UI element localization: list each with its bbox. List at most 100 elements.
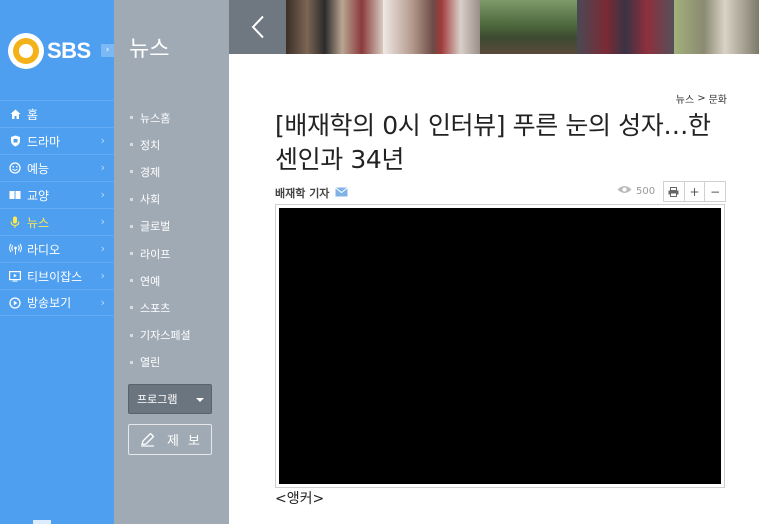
breadcrumb: 뉴스 > 문화 xyxy=(676,91,727,106)
subnav-list: 뉴스홈 정치 경제 사회 글로벌 라이프 연예 스포츠 기자스페셜 열린 xyxy=(130,104,191,376)
carousel-photo[interactable] xyxy=(383,0,480,54)
article: 뉴스 > 문화 [배재학의 0시 인터뷰] 푸른 눈의 성자…한센인과 34년 … xyxy=(229,54,759,524)
article-headline: [배재학의 0시 인터뷰] 푸른 눈의 성자…한센인과 34년 xyxy=(275,111,711,174)
bullet-icon xyxy=(130,279,133,283)
nav-item-home[interactable]: 홈 xyxy=(0,100,114,127)
program-select[interactable]: 프로그램 xyxy=(128,384,212,414)
sbs-logo[interactable]: SBS xyxy=(8,33,104,69)
play-circle-icon xyxy=(8,296,22,310)
subnav-item-life[interactable]: 라이프 xyxy=(130,240,191,267)
logo-text: SBS xyxy=(47,38,91,63)
news-subnav: 뉴스 뉴스홈 정치 경제 사회 글로벌 라이프 연예 스포츠 기자스페셜 열린 … xyxy=(114,0,229,524)
nav-item-label: 라디오 xyxy=(27,242,61,257)
chevron-right-icon: › xyxy=(100,242,105,255)
chevron-right-icon: › xyxy=(100,188,105,201)
subnav-item-society[interactable]: 사회 xyxy=(130,186,191,213)
carousel-photo[interactable] xyxy=(480,0,577,54)
nav-item-label: 뉴스 xyxy=(27,215,50,230)
nav-item-label: 예능 xyxy=(27,161,50,176)
nav-item-culture[interactable]: 교양 › xyxy=(0,181,114,208)
chevron-right-icon: › xyxy=(100,296,105,309)
nav-item-label: 드라마 xyxy=(27,134,61,149)
subnav-item-open[interactable]: 열린 xyxy=(130,349,191,376)
breadcrumb-separator: > xyxy=(697,93,706,104)
logo-expand-button[interactable]: › xyxy=(101,44,114,57)
chevron-right-icon: › xyxy=(100,161,105,174)
subnav-item-global[interactable]: 글로벌 xyxy=(130,213,191,240)
subnav-item-label: 뉴스홈 xyxy=(140,111,171,125)
microphone-icon xyxy=(8,215,22,229)
sbs-logo-icon xyxy=(8,33,44,69)
subnav-item-label: 경제 xyxy=(140,165,161,179)
sidebar-bottom-mark xyxy=(33,520,51,524)
main-nav: 홈 드라마 › 예능 › 교양 › 뉴스 › 라디오 › 티브이잡스 › 방송보… xyxy=(0,100,114,316)
smile-icon xyxy=(8,161,22,175)
byline: 배재학 기자 xyxy=(275,185,349,201)
anchor-label: <앵커> xyxy=(275,491,325,507)
bullet-icon xyxy=(130,360,133,364)
subnav-item-label: 사회 xyxy=(140,193,161,207)
bullet-icon xyxy=(130,116,133,120)
nav-item-drama[interactable]: 드라마 › xyxy=(0,127,114,154)
video-player[interactable] xyxy=(275,204,725,488)
bullet-icon xyxy=(130,252,133,256)
carousel-photo[interactable] xyxy=(286,0,383,54)
subnav-item-label: 정치 xyxy=(140,138,161,152)
chevron-right-icon: › xyxy=(100,269,105,282)
eye-icon xyxy=(617,185,632,197)
chevron-left-icon xyxy=(251,15,264,39)
view-count-value: 500 xyxy=(636,185,656,197)
subnav-item-label: 스포츠 xyxy=(140,301,171,315)
print-icon xyxy=(668,186,679,197)
program-select-value: 프로그램 xyxy=(137,393,178,406)
bullet-icon xyxy=(130,306,133,310)
report-button[interactable]: 제보 xyxy=(128,424,212,455)
breadcrumb-parent[interactable]: 뉴스 xyxy=(676,91,694,106)
mail-icon[interactable] xyxy=(335,186,349,200)
subnav-item-label: 연예 xyxy=(140,274,161,288)
main-sidebar: SBS › 홈 드라마 › 예능 › 교양 › 뉴스 › 라디오 › 티브이잡스… xyxy=(0,0,114,524)
subnav-item-label: 라이프 xyxy=(140,247,171,261)
bullet-icon xyxy=(130,224,133,228)
subnav-item-reporter-special[interactable]: 기자스페셜 xyxy=(130,322,191,349)
nav-item-news[interactable]: 뉴스 › xyxy=(0,208,114,235)
nav-item-label: 티브이잡스 xyxy=(27,269,83,284)
zoom-out-button[interactable]: − xyxy=(705,182,725,201)
print-button[interactable] xyxy=(664,182,685,201)
subnav-item-label: 기자스페셜 xyxy=(140,329,191,343)
nav-item-label: 홈 xyxy=(27,107,39,122)
zoom-in-button[interactable]: + xyxy=(685,182,706,201)
reporter-name[interactable]: 배재학 기자 xyxy=(275,185,329,201)
bullet-icon xyxy=(130,333,133,337)
caret-down-icon xyxy=(196,398,204,402)
home-icon xyxy=(8,107,22,121)
carousel-prev-button[interactable] xyxy=(229,0,286,54)
subnav-item-news-home[interactable]: 뉴스홈 xyxy=(130,104,191,131)
report-button-label: 제보 xyxy=(167,434,209,449)
carousel-photo[interactable] xyxy=(674,0,759,54)
video-screen[interactable] xyxy=(279,208,721,484)
nav-item-variety[interactable]: 예능 › xyxy=(0,154,114,181)
subnav-item-label: 열린 xyxy=(140,356,161,370)
nav-item-watch[interactable]: 방송보기 › xyxy=(0,289,114,316)
shield-icon xyxy=(8,134,22,148)
book-icon xyxy=(8,188,22,202)
nav-item-label: 교양 xyxy=(27,188,50,203)
photo-carousel xyxy=(229,0,759,54)
radio-icon xyxy=(8,242,22,256)
bullet-icon xyxy=(130,143,133,147)
nav-item-tvjobs[interactable]: 티브이잡스 › xyxy=(0,262,114,289)
breadcrumb-current[interactable]: 문화 xyxy=(709,91,727,106)
nav-item-radio[interactable]: 라디오 › xyxy=(0,235,114,262)
subnav-item-entertainment[interactable]: 연예 xyxy=(130,267,191,294)
subnav-item-economy[interactable]: 경제 xyxy=(130,158,191,185)
carousel-photo[interactable] xyxy=(577,0,674,54)
nav-item-label: 방송보기 xyxy=(27,296,72,310)
bullet-icon xyxy=(130,197,133,201)
subnav-item-sports[interactable]: 스포츠 xyxy=(130,294,191,321)
pencil-icon xyxy=(140,432,155,447)
subnav-item-politics[interactable]: 정치 xyxy=(130,131,191,158)
subnav-item-label: 글로벌 xyxy=(140,220,171,234)
article-tools: + − xyxy=(663,181,726,202)
chevron-right-icon: › xyxy=(100,215,105,228)
